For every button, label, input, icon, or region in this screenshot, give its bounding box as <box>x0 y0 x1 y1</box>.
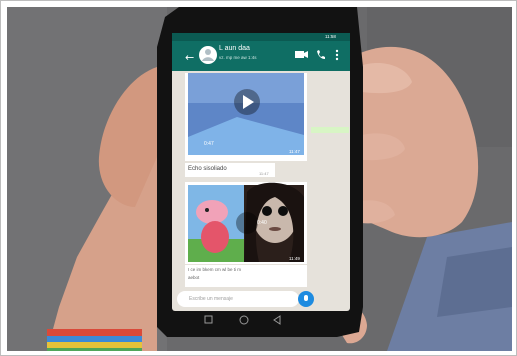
photo-scene: ← L aun daa vz. mp me aw 1:4s 11:58 0:47… <box>7 7 512 351</box>
download-button[interactable] <box>236 212 258 234</box>
photo-frame: ← L aun daa vz. mp me aw 1:4s 11:58 0:47… <box>0 0 517 356</box>
media-time: 11:49 <box>289 256 300 261</box>
menu-dot-1[interactable] <box>335 49 339 53</box>
bracelet-blue <box>47 336 142 342</box>
cartoon-pig-dress <box>201 221 229 253</box>
video-call-icon[interactable] <box>295 51 304 58</box>
caption-line-2: aebot <box>188 275 200 280</box>
status-bar <box>172 33 350 41</box>
media-duration: 0:40 <box>257 220 267 226</box>
nav-bar <box>165 311 357 329</box>
back-arrow-icon[interactable]: ← <box>185 51 194 64</box>
avatar-head <box>205 49 211 55</box>
cartoon-pig-head <box>196 200 228 224</box>
dark-figure-mouth <box>269 227 281 231</box>
cartoon-pig-eye <box>205 208 209 212</box>
bracelet-yellow <box>47 342 142 348</box>
message-text: Echo sisoliado <box>188 166 227 172</box>
sent-bubble-edge <box>311 127 349 133</box>
photo-svg: ← <box>7 7 512 351</box>
jeans-fold <box>437 247 512 317</box>
dark-figure-eye-right <box>278 206 288 216</box>
input-placeholder: Escribe un mensaje <box>189 296 233 302</box>
bracelet-red <box>47 329 142 336</box>
contact-name[interactable]: L aun daa <box>219 45 250 52</box>
bracelet-green <box>47 348 142 351</box>
status-time: 11:58 <box>325 34 336 39</box>
contact-status: vz. mp me aw 1:4s <box>219 55 257 60</box>
video-duration: 0:47 <box>204 141 214 147</box>
caption-line-1: I ce im bkem cm wl be ti m <box>188 267 242 272</box>
video-time: 11:47 <box>289 149 300 154</box>
mic-icon <box>304 295 308 301</box>
menu-dot-3 <box>335 57 339 61</box>
menu-dot-2 <box>335 53 339 57</box>
message-time: 11:47 <box>259 171 269 176</box>
dark-figure-eye-left <box>262 206 272 216</box>
